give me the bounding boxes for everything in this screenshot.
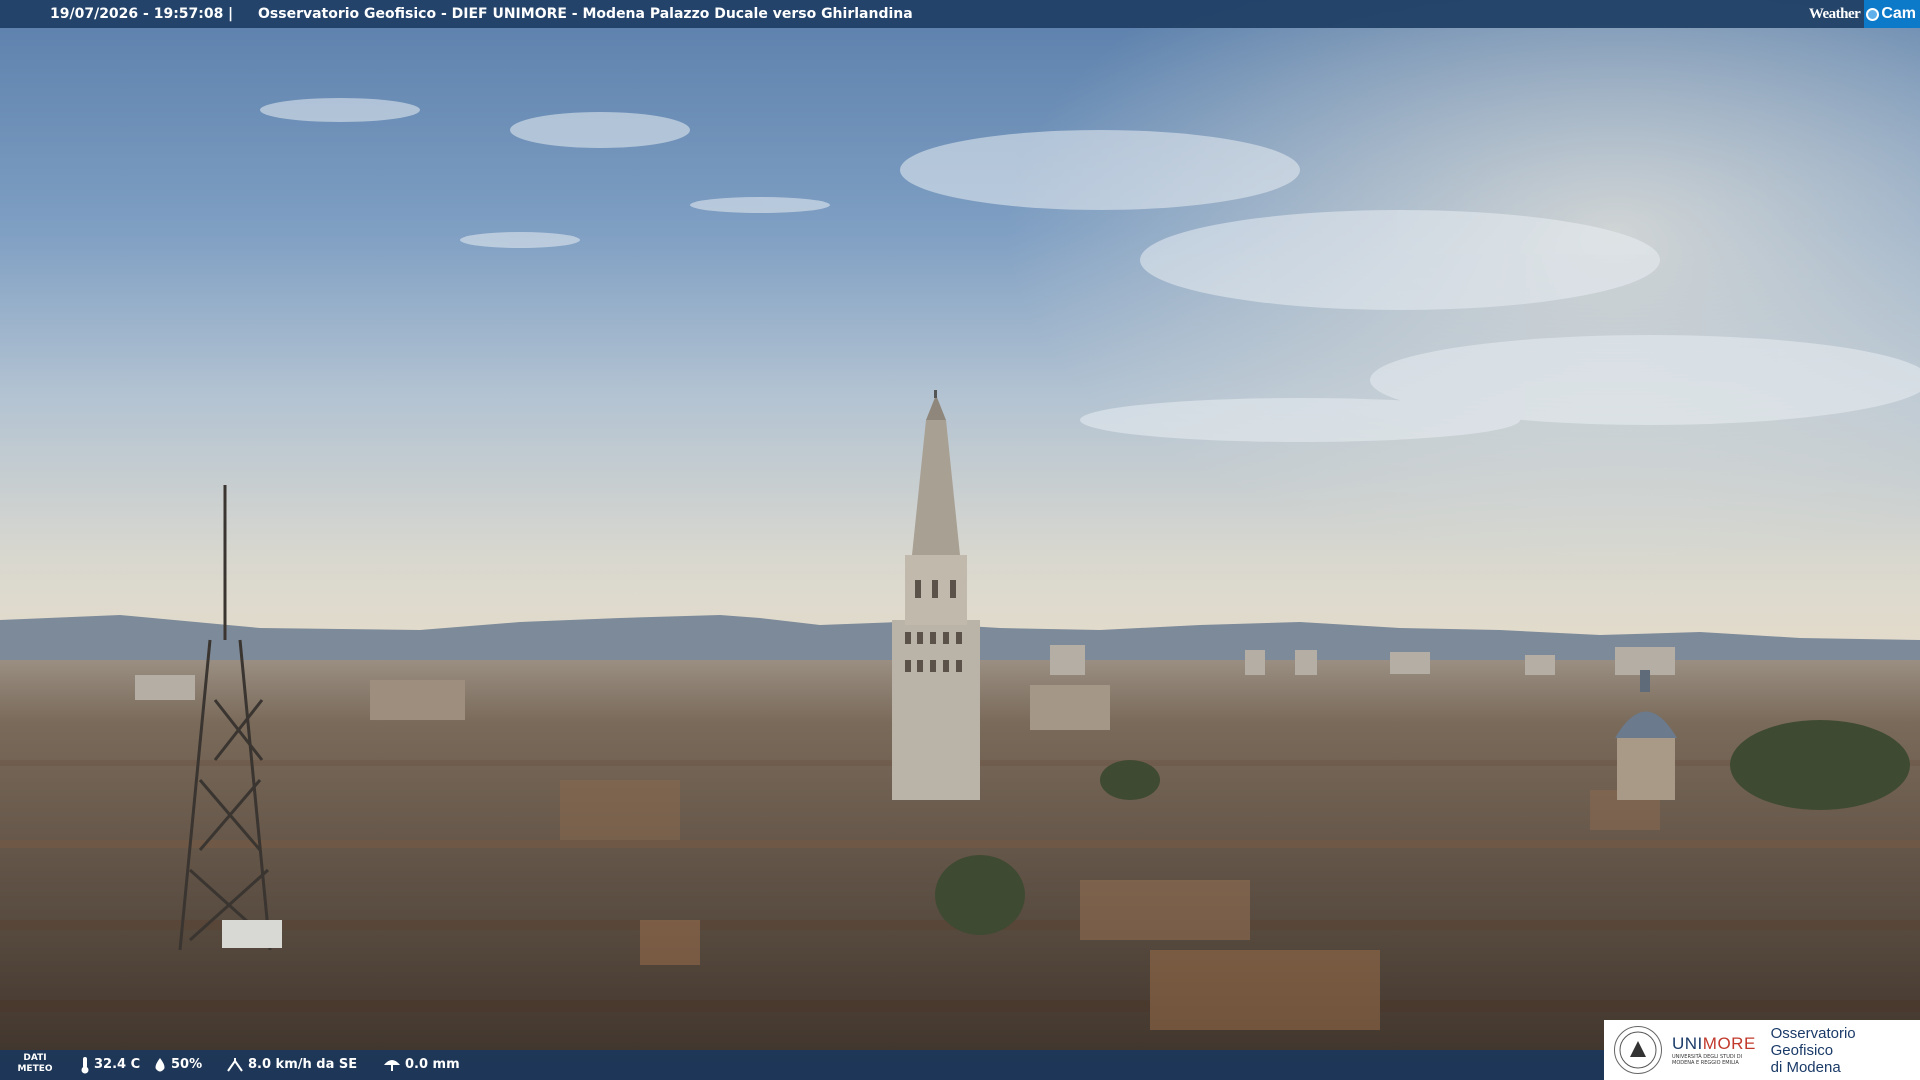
header-bar: 19/07/2026 - 19:57:08 | Osservatorio Geo…	[0, 0, 1920, 28]
header-separator: |	[228, 6, 234, 22]
university-subtitle: UNIVERSITÀ DEGLI STUDI DI MODENA E REGGI…	[1672, 1054, 1743, 1066]
wind-value: 8.0 km/h da SE	[248, 1057, 358, 1072]
observatory-line2: di Modena	[1770, 1058, 1841, 1076]
thermometer-icon	[81, 1057, 89, 1074]
weather-data-bar: DATI METEO 32.4 C 50% 8.0 km/h da SE 0.0…	[0, 1050, 1604, 1080]
antenna-equipment	[222, 920, 282, 948]
weather-label-line1: DATI	[23, 1053, 47, 1063]
rain-value: 0.0 mm	[405, 1057, 460, 1072]
humidity-drop-icon	[155, 1058, 165, 1072]
timestamp: 19/07/2026 - 19:57:08	[50, 6, 224, 22]
university-seal-icon	[1614, 1026, 1662, 1074]
wordmark-uni: UNI	[1672, 1034, 1703, 1053]
webcam-image	[0, 0, 1920, 1080]
wordmark-more: MORE	[1702, 1034, 1756, 1053]
unimore-brand: UNIMORE UNIVERSITÀ DEGLI STUDI DI MODENA…	[1672, 1034, 1761, 1066]
humidity-reading: 50%	[153, 1050, 202, 1080]
wind-reading: 8.0 km/h da SE	[226, 1050, 357, 1080]
logo-cam-word: Cam	[1881, 5, 1916, 22]
observatory-line1: Osservatorio Geofisico	[1770, 1024, 1856, 1059]
weather-label: DATI METEO	[12, 1053, 58, 1075]
weather-label-line2: METEO	[17, 1064, 53, 1074]
wind-icon	[227, 1058, 243, 1072]
camera-title: Osservatorio Geofisico - DIEF UNIMORE - …	[258, 6, 913, 22]
rain-umbrella-icon	[384, 1060, 400, 1071]
weathercam-logo: Weather Cam	[1803, 0, 1920, 28]
observatory-name: Osservatorio Geofisico di Modena	[1771, 1025, 1920, 1076]
camera-lens-icon	[1866, 7, 1880, 21]
logo-weather-word: Weather	[1808, 6, 1861, 22]
temperature-reading: 32.4 C	[80, 1050, 140, 1080]
unimore-wordmark: UNIMORE	[1672, 1034, 1761, 1054]
rain-reading: 0.0 mm	[383, 1050, 460, 1080]
logo-cam-badge: Cam	[1864, 0, 1920, 28]
humidity-value: 50%	[171, 1057, 203, 1072]
temperature-value: 32.4 C	[94, 1057, 141, 1072]
unimore-logo-panel: UNIMORE UNIVERSITÀ DEGLI STUDI DI MODENA…	[1604, 1020, 1920, 1080]
sky-glow	[700, 0, 1920, 660]
